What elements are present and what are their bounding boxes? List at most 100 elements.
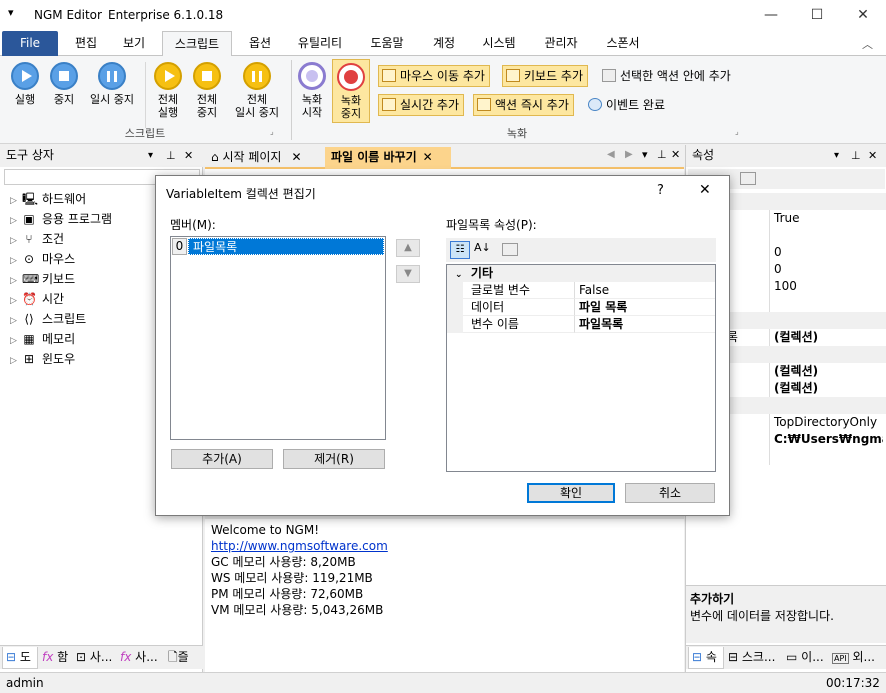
panel-menu-icon[interactable]: ▾ <box>148 145 153 166</box>
tab-file[interactable]: File <box>2 31 58 56</box>
play-all-icon <box>154 62 182 90</box>
property-value <box>770 227 883 244</box>
pause-all-icon <box>243 62 271 90</box>
member-item[interactable]: 0 파일목록 <box>172 238 384 255</box>
tab-user-functions[interactable]: fx 사... <box>118 647 164 669</box>
status-time: 00:17:32 <box>826 676 880 690</box>
property-pages-icon-2[interactable] <box>502 243 518 256</box>
dialog-close-button[interactable]: ✕ <box>699 182 711 198</box>
alphabetical-icon[interactable]: A↓ <box>474 241 491 254</box>
scripts-icon: ⊟ <box>728 650 739 664</box>
tab-account[interactable]: 계정 <box>424 31 464 56</box>
tab-close-icon[interactable]: ✕ <box>291 150 301 164</box>
tab-list-icon[interactable]: ▾ <box>642 148 648 161</box>
output-link[interactable]: http://www.ngmsoftware.com <box>211 538 671 554</box>
refresh-icon <box>588 98 602 111</box>
cancel-button[interactable]: 취소 <box>625 483 715 503</box>
run-button[interactable]: 실행 <box>4 62 46 106</box>
scroll-left-icon[interactable]: ◀ <box>607 149 615 160</box>
document-tabs: ⌂ 시작 페이지 ✕ 파일 이름 바꾸기 ✕ ◀ ▶ ▾ ⊥ ✕ <box>205 145 684 169</box>
panel-close-icon[interactable]: ✕ <box>184 145 193 166</box>
terminal-icon: ▣ <box>23 212 35 226</box>
pause-button[interactable]: 일시 중지 <box>84 62 140 106</box>
categorized-icon[interactable]: ☷ <box>450 241 470 259</box>
run-all-label-2: 실행 <box>157 106 179 119</box>
branch-icon: ⑂ <box>25 232 33 246</box>
app-menu-icon[interactable]: ▾ <box>8 6 14 19</box>
remove-button[interactable]: 제거(R) <box>283 449 385 469</box>
pin-icon[interactable]: ⊥ <box>166 145 176 166</box>
tab-start-page-label: 시작 페이지 <box>222 150 282 164</box>
dialog-help-button[interactable]: ? <box>657 183 664 198</box>
mouse-move-icon <box>382 69 396 82</box>
tab-view[interactable]: 보기 <box>114 31 154 56</box>
favorites-icon: 🗋 <box>168 650 178 664</box>
tab-toolbox[interactable]: ⊟ 도 <box>2 647 38 669</box>
property-value: (컬렉션) <box>774 330 819 344</box>
tab-favorites[interactable]: 🗋즐 <box>166 647 202 669</box>
pause-all-button[interactable]: 전체 일시 중지 <box>228 62 286 119</box>
collapse-ribbon-icon[interactable]: ︿ <box>862 36 873 52</box>
maximize-button[interactable]: ☐ <box>794 0 840 31</box>
tab-sponsor[interactable]: 스폰서 <box>598 31 648 56</box>
tab-system[interactable]: 시스템 <box>474 31 524 56</box>
pin-doc-icon[interactable]: ⊥ <box>657 148 667 161</box>
monitor-icon: 🖳 <box>22 192 39 206</box>
ribbon: 실행 중지 일시 중지 전체 실행 전체 중지 전체 일시 중지 스크립트 ⌟ … <box>0 56 886 144</box>
prop-row-name[interactable]: 변수 이름 파일목록 <box>447 316 715 333</box>
event-complete-button[interactable]: 이벤트 완료 <box>584 94 670 116</box>
member-item-label: 파일목록 <box>188 238 384 255</box>
property-value: 0 <box>774 245 782 259</box>
tab-images[interactable]: ▭ 이... <box>784 647 828 669</box>
stop-button[interactable]: 중지 <box>44 62 84 106</box>
tab-help[interactable]: 도움말 <box>362 31 412 56</box>
property-pages-icon[interactable] <box>740 172 756 185</box>
property-value: 100 <box>774 279 797 293</box>
pause-label: 일시 중지 <box>90 93 134 106</box>
add-inside-selected-button[interactable]: 선택한 액션 안에 추가 <box>598 65 736 87</box>
move-up-button[interactable]: ▲ <box>396 239 420 257</box>
dialog-launcher-icon-2[interactable]: ⌟ <box>735 127 739 136</box>
ok-button[interactable]: 확인 <box>527 483 615 503</box>
tab-scripts[interactable]: ⊟ 스크... <box>726 647 782 669</box>
tab-utility[interactable]: 유틸리티 <box>290 31 350 56</box>
props-category[interactable]: ⌄ 기타 <box>447 265 715 282</box>
add-mouse-move-button[interactable]: 마우스 이동 추가 <box>378 65 490 87</box>
tab-start-page[interactable]: ⌂ 시작 페이지 ✕ <box>207 147 323 169</box>
tab-user[interactable]: ⊡ 사... <box>74 647 118 669</box>
tab-script[interactable]: 스크립트 <box>162 31 232 57</box>
tab-properties[interactable]: ⊟ 속 <box>688 647 724 669</box>
tab-edit[interactable]: 편집 <box>66 31 106 56</box>
add-realtime-button[interactable]: 실시간 추가 <box>378 94 465 116</box>
close-button[interactable]: ✕ <box>840 0 886 31</box>
members-list[interactable]: 0 파일목록 <box>170 236 386 440</box>
record-group-label: 녹화 <box>506 127 528 140</box>
add-keyboard-label: 키보드 추가 <box>524 69 584 83</box>
tab-options[interactable]: 옵션 <box>240 31 280 56</box>
tab-external[interactable]: API 외... <box>830 647 886 669</box>
properties-menu-icon[interactable]: ▾ <box>834 145 839 166</box>
properties-close-icon[interactable]: ✕ <box>868 145 877 166</box>
stop-all-button[interactable]: 전체 중지 <box>187 62 227 119</box>
prop-row-global[interactable]: 글로벌 변수 False <box>447 282 715 299</box>
dialog-launcher-icon[interactable]: ⌟ <box>270 127 274 136</box>
tab-admin[interactable]: 관리자 <box>536 31 586 56</box>
record-stop-button[interactable]: 녹화 중지 <box>332 59 370 123</box>
output-line: Welcome to NGM! <box>211 523 320 537</box>
props-toolbar: ☷ A↓ <box>446 238 716 262</box>
minimize-button[interactable]: — <box>748 0 794 31</box>
prop-row-data[interactable]: 데이터 파일 목록 <box>447 299 715 316</box>
scroll-right-icon[interactable]: ▶ <box>625 149 633 160</box>
run-all-button[interactable]: 전체 실행 <box>148 62 188 119</box>
tab-rename-file[interactable]: 파일 이름 바꾸기 ✕ <box>325 147 451 169</box>
toolbox-title-text: 도구 상자 <box>6 148 54 162</box>
properties-pin-icon[interactable]: ⊥ <box>851 145 861 166</box>
add-action-now-button[interactable]: 액션 즉시 추가 <box>473 94 574 116</box>
move-down-button[interactable]: ▼ <box>396 265 420 283</box>
tab-close-icon-2[interactable]: ✕ <box>423 150 433 164</box>
record-start-button[interactable]: 녹화 시작 <box>294 62 330 119</box>
add-keyboard-button[interactable]: 키보드 추가 <box>502 65 589 87</box>
tab-functions[interactable]: fx 함 <box>40 647 74 669</box>
add-button[interactable]: 추가(A) <box>171 449 273 469</box>
close-doc-icon[interactable]: ✕ <box>671 148 680 161</box>
